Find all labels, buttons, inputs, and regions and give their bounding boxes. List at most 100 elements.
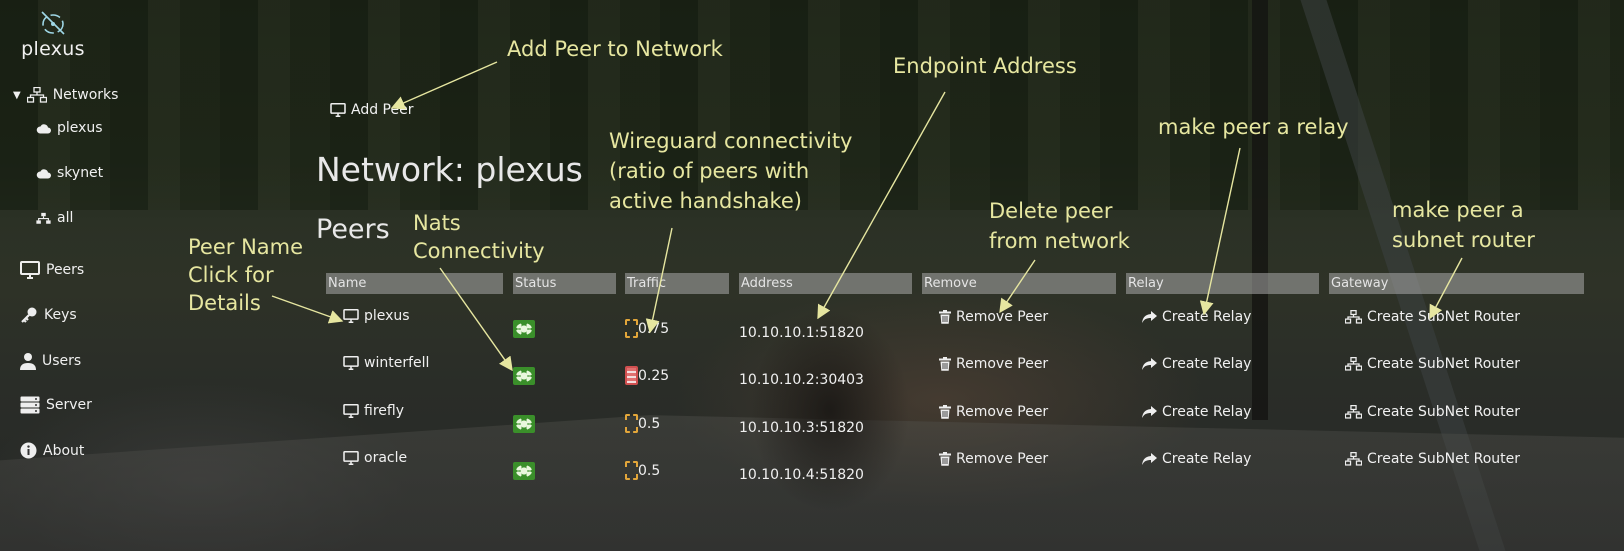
- peer-name-link[interactable]: plexus: [343, 308, 410, 324]
- desktop-icon: [343, 309, 359, 323]
- note-relay: make peer a relay: [1158, 115, 1349, 139]
- column-header-address[interactable]: Address: [739, 273, 912, 294]
- sidebar-item-label: skynet: [57, 165, 104, 181]
- peer-name: oracle: [364, 450, 408, 466]
- sidebar-item-label: Users: [42, 353, 82, 369]
- sidebar-item-label: Peers: [46, 262, 85, 278]
- user-icon: [20, 353, 36, 370]
- remove-peer-label: Remove Peer: [956, 309, 1049, 325]
- add-peer-button[interactable]: Add Peer: [330, 102, 413, 118]
- remove-peer-label: Remove Peer: [956, 356, 1049, 372]
- create-subnet-router-button[interactable]: Create SubNet Router: [1345, 309, 1520, 325]
- status-cell: [513, 462, 535, 480]
- column-header-status[interactable]: Status: [513, 273, 616, 294]
- key-icon: [21, 307, 37, 323]
- note-nats: Nats Connectivity: [413, 211, 545, 263]
- column-header-remove[interactable]: Remove: [922, 273, 1116, 294]
- desktop-icon: [330, 103, 346, 117]
- info-icon: [20, 442, 37, 459]
- remove-peer-button[interactable]: Remove Peer: [939, 451, 1048, 467]
- note-wireguard: Wireguard connectivity (ratio of peers w…: [609, 129, 853, 213]
- traffic-value: 0.5: [638, 462, 661, 479]
- create-relay-label: Create Relay: [1162, 356, 1252, 372]
- sidebar-item-about[interactable]: About: [20, 442, 84, 459]
- address-cell: 10.10.10.2:30403: [739, 372, 864, 388]
- remove-peer-label: Remove Peer: [956, 404, 1049, 420]
- sidebar-item-plexus[interactable]: plexus: [36, 120, 103, 136]
- share-arrow-icon: [1142, 357, 1157, 370]
- create-subnet-router-label: Create SubNet Router: [1367, 309, 1521, 325]
- traffic-value: 0.25: [638, 367, 670, 384]
- traffic-value: 0.5: [638, 415, 661, 432]
- create-relay-button[interactable]: Create Relay: [1142, 451, 1251, 467]
- remove-peer-button[interactable]: Remove Peer: [939, 404, 1048, 420]
- create-relay-button[interactable]: Create Relay: [1142, 356, 1251, 372]
- peer-name-link[interactable]: winterfell: [343, 355, 429, 371]
- background-dog: [700, 250, 940, 550]
- peer-name-link[interactable]: firefly: [343, 403, 404, 419]
- sidebar-item-label: plexus: [57, 120, 103, 136]
- peer-name-link[interactable]: oracle: [343, 450, 407, 466]
- sidebar-item-server[interactable]: Server: [20, 396, 92, 414]
- traffic-icon: [625, 461, 638, 480]
- create-subnet-router-button[interactable]: Create SubNet Router: [1345, 404, 1520, 420]
- status-cell: [513, 415, 535, 433]
- create-subnet-router-button[interactable]: Create SubNet Router: [1345, 451, 1520, 467]
- address-cell: 10.10.10.3:51820: [739, 420, 864, 436]
- sidebar-item-users[interactable]: Users: [20, 352, 81, 370]
- remove-peer-button[interactable]: Remove Peer: [939, 309, 1048, 325]
- share-arrow-icon: [1142, 452, 1157, 465]
- column-header-relay[interactable]: Relay: [1126, 273, 1319, 294]
- create-relay-label: Create Relay: [1162, 451, 1252, 467]
- column-header-traffic[interactable]: Traffic: [625, 273, 729, 294]
- background-pole: [1252, 0, 1268, 420]
- sidebar-item-label: About: [43, 442, 85, 459]
- desktop-icon: [343, 356, 359, 370]
- sidebar-item-skynet[interactable]: skynet: [36, 165, 103, 181]
- remove-peer-button[interactable]: Remove Peer: [939, 356, 1048, 372]
- sidebar-item-label: Server: [46, 397, 92, 413]
- peer-name: winterfell: [364, 355, 430, 371]
- create-relay-label: Create Relay: [1162, 309, 1252, 325]
- peer-name: firefly: [364, 403, 404, 419]
- sidebar-item-networks[interactable]: ▼ Networks: [13, 87, 118, 103]
- trash-icon: [939, 452, 951, 466]
- sidebar-item-all[interactable]: all: [36, 210, 73, 226]
- cloud-icon: [36, 168, 51, 178]
- network-title: Network: plexus: [316, 150, 583, 189]
- network-icon: [1345, 405, 1362, 419]
- nats-status-icon: [513, 320, 535, 338]
- sidebar-item-peers[interactable]: Peers: [20, 261, 84, 279]
- status-cell: [513, 320, 535, 338]
- nats-status-icon: [513, 367, 535, 385]
- caret-down-icon: ▼: [13, 89, 21, 101]
- note-gateway: make peer a subnet router: [1392, 198, 1535, 252]
- traffic-cell: 0.5: [625, 414, 660, 433]
- sidebar-item-keys[interactable]: Keys: [20, 306, 77, 324]
- create-subnet-router-label: Create SubNet Router: [1367, 356, 1521, 372]
- create-relay-button[interactable]: Create Relay: [1142, 404, 1251, 420]
- trash-icon: [939, 310, 951, 324]
- column-header-gateway[interactable]: Gateway: [1329, 273, 1584, 294]
- create-subnet-router-label: Create SubNet Router: [1367, 404, 1521, 420]
- address-cell: 10.10.10.1:51820: [739, 325, 864, 341]
- note-add-peer: Add Peer to Network: [507, 37, 723, 61]
- nats-status-icon: [513, 415, 535, 433]
- share-arrow-icon: [1142, 310, 1157, 323]
- traffic-value: 0.75: [638, 320, 670, 337]
- peer-name: plexus: [364, 308, 410, 324]
- plexus-logo[interactable]: plexus: [18, 8, 88, 60]
- remove-peer-label: Remove Peer: [956, 451, 1049, 467]
- network-icon: [1345, 310, 1362, 324]
- add-peer-label: Add Peer: [351, 102, 414, 118]
- sidebar-item-label: Networks: [52, 87, 119, 103]
- note-peer-name: Peer Name Click for Details: [188, 235, 304, 315]
- network-icon: [1345, 452, 1362, 466]
- note-delete: Delete peer from network: [989, 199, 1130, 253]
- create-subnet-router-button[interactable]: Create SubNet Router: [1345, 356, 1520, 372]
- status-cell: [513, 367, 535, 385]
- note-endpoint: Endpoint Address: [893, 54, 1077, 78]
- column-header-name[interactable]: Name: [326, 273, 503, 294]
- create-relay-button[interactable]: Create Relay: [1142, 309, 1251, 325]
- network-icon: [26, 87, 47, 103]
